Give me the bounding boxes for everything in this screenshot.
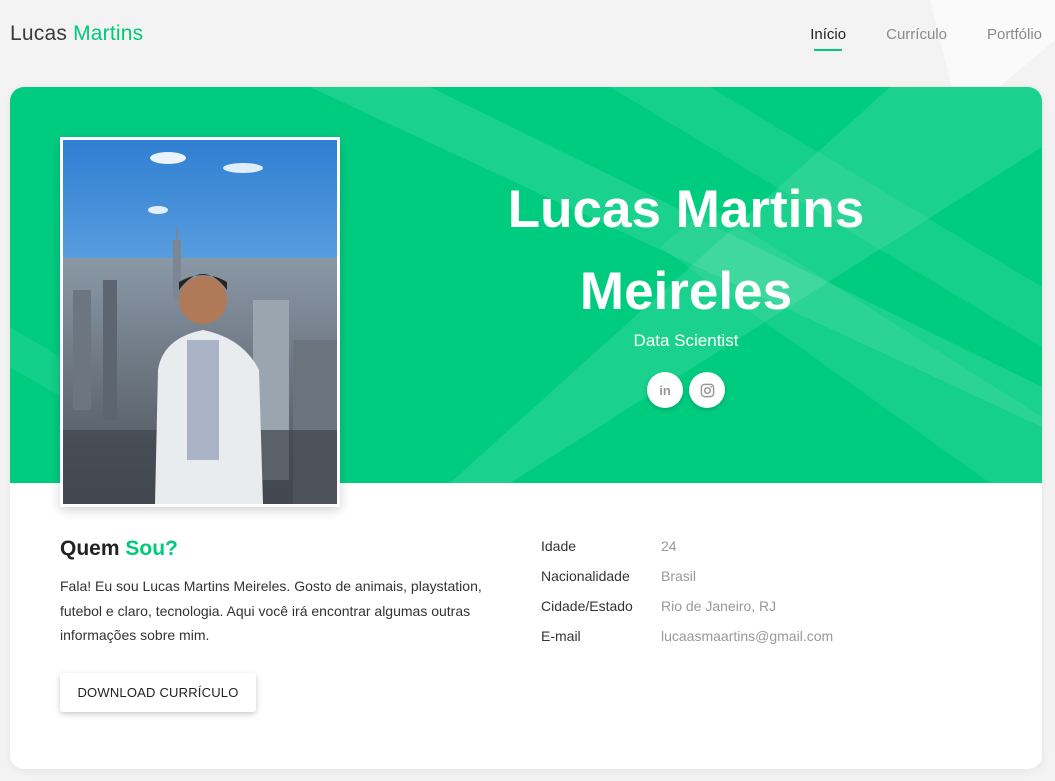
info-row-email: E-mail lucaasmaartins@gmail.com: [541, 628, 833, 658]
profile-photo: [60, 137, 340, 507]
hero-name-line2: Meireles: [579, 262, 793, 321]
info-row-nationality: Nacionalidade Brasil: [541, 568, 833, 598]
nav-item-curriculo[interactable]: Currículo: [886, 26, 947, 51]
info-value: Rio de Janeiro, RJ: [661, 598, 777, 614]
about-heading-plain: Quem: [60, 537, 120, 560]
info-label: Nacionalidade: [541, 568, 630, 584]
linkedin-button[interactable]: in: [647, 372, 683, 408]
info-value: Brasil: [661, 568, 697, 584]
email-link[interactable]: lucaasmaartins@gmail.com: [661, 628, 833, 658]
info-label: E-mail: [541, 628, 581, 644]
profile-card: Lucas Martins Meireles Data Scientist in: [10, 87, 1042, 769]
about-heading-accent: Sou?: [125, 537, 178, 560]
info-row-age: Idade 24: [541, 538, 833, 568]
brand-last-name: Martins: [73, 22, 144, 45]
info-label: Idade: [541, 538, 577, 554]
instagram-button[interactable]: [689, 372, 725, 408]
hero-name: Lucas Martins Meireles: [430, 169, 942, 333]
instagram-icon: [700, 383, 714, 397]
nav-item-portfolio[interactable]: Portfólio: [987, 26, 1042, 51]
download-resume-button[interactable]: DOWNLOAD CURRÍCULO: [60, 673, 256, 712]
social-links: in: [647, 372, 725, 408]
brand-logo[interactable]: Lucas Martins: [10, 22, 143, 46]
personal-info-list: Idade 24 Nacionalidade Brasil Cidade/Est…: [541, 538, 833, 658]
hero-job-title: Data Scientist: [633, 331, 739, 350]
about-heading: Quem Sou?: [60, 537, 178, 561]
hero-name-line1: Lucas Martins: [507, 180, 865, 239]
brand-first-name: Lucas: [10, 22, 68, 45]
info-row-city: Cidade/Estado Rio de Janeiro, RJ: [541, 598, 833, 628]
info-label: Cidade/Estado: [541, 598, 633, 614]
info-value: 24: [661, 538, 677, 554]
top-nav: Início Currículo Portfólio: [810, 26, 1042, 51]
linkedin-icon: in: [659, 382, 671, 398]
nav-item-inicio[interactable]: Início: [810, 26, 846, 51]
about-text: Fala! Eu sou Lucas Martins Meireles. Gos…: [60, 578, 482, 643]
profile-photo-image: [63, 140, 337, 504]
